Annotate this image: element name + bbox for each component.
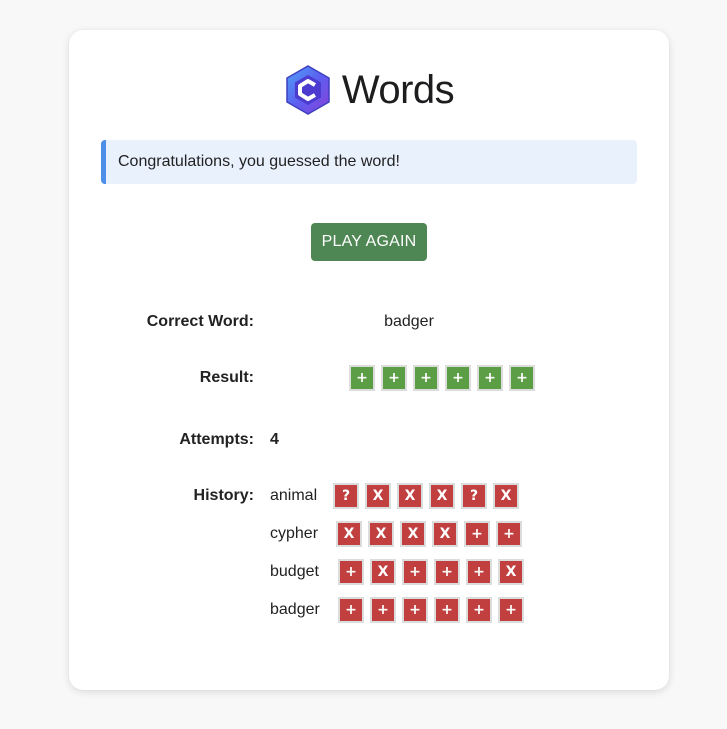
letter-tile: +: [434, 597, 460, 623]
letter-tile: +: [370, 597, 396, 623]
success-alert: Congratulations, you guessed the word!: [101, 140, 637, 184]
history-tiles: X X X X + +: [336, 521, 522, 547]
app-title: Words: [341, 67, 455, 112]
letter-tile: X: [498, 559, 524, 585]
history-tiles: + + + + + +: [338, 597, 524, 623]
letter-tile: X: [397, 483, 423, 509]
letter-tile: +: [466, 559, 492, 585]
letter-tile: X: [365, 483, 391, 509]
letter-tile: ?: [333, 483, 359, 509]
alert-message: Congratulations, you guessed the word!: [118, 153, 400, 170]
letter-tile: +: [338, 597, 364, 623]
letter-tile: +: [381, 365, 407, 391]
header: Words: [69, 64, 669, 116]
history-row: budget + X + + + X: [270, 559, 524, 585]
hexagon-logo-icon: [284, 64, 332, 116]
letter-tile: X: [336, 521, 362, 547]
letter-tile: +: [466, 597, 492, 623]
history-row: animal? X X X? X: [270, 483, 519, 509]
game-card: Words Congratulations, you guessed the w…: [69, 30, 669, 690]
letter-tile: X: [368, 521, 394, 547]
letter-tile: +: [402, 597, 428, 623]
letter-tile: +: [402, 559, 428, 585]
history-row: cypher X X X X + +: [270, 521, 522, 547]
letter-tile: ?: [461, 483, 487, 509]
letter-tile: +: [464, 521, 490, 547]
history-word: budget: [270, 563, 319, 580]
letter-tile: X: [400, 521, 426, 547]
letter-tile: +: [349, 365, 375, 391]
letter-tile: X: [432, 521, 458, 547]
letter-tile: +: [445, 365, 471, 391]
history-tiles: ? X X X? X: [333, 483, 519, 509]
attempts-value: 4: [270, 431, 279, 448]
letter-tile: +: [434, 559, 460, 585]
letter-tile: X: [429, 483, 455, 509]
letter-tile: +: [498, 597, 524, 623]
history-label: History:: [193, 487, 254, 504]
letter-tile: +: [413, 365, 439, 391]
attempts-label: Attempts:: [179, 431, 254, 448]
letter-tile: +: [338, 559, 364, 585]
letter-tile: X: [370, 559, 396, 585]
letter-tile: +: [496, 521, 522, 547]
history-tiles: + X + + + X: [338, 559, 524, 585]
letter-tile: X: [493, 483, 519, 509]
letter-tile: +: [477, 365, 503, 391]
history-word: badger: [270, 601, 320, 618]
letter-tile: +: [509, 365, 535, 391]
result-label: Result:: [199, 369, 254, 386]
correct-word-label: Correct Word:: [146, 313, 254, 330]
play-again-button[interactable]: PLAY AGAIN: [311, 223, 427, 261]
history-word: animal: [270, 487, 318, 504]
history-word: cypher: [270, 525, 319, 542]
result-tiles: + + + + + +: [349, 365, 535, 391]
history-row: badger + + + + + +: [270, 597, 524, 623]
correct-word-value: badger: [384, 313, 434, 330]
